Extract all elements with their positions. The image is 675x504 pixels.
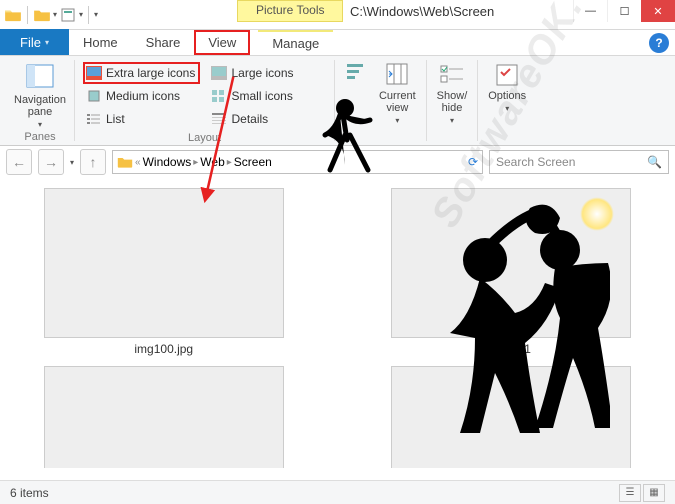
group-panes: Navigation pane ▾ Panes xyxy=(6,60,75,141)
list-icon xyxy=(86,112,102,126)
tab-home[interactable]: Home xyxy=(69,30,132,55)
columns-icon xyxy=(385,62,409,88)
history-dropdown-icon[interactable]: ▾ xyxy=(70,158,74,167)
file-item[interactable]: img101 xyxy=(368,188,656,356)
tab-file[interactable]: File xyxy=(0,29,69,55)
tab-share[interactable]: Share xyxy=(132,30,195,55)
status-bar: 6 items ☰ ▦ xyxy=(0,480,675,504)
thumbnail-icon xyxy=(44,188,284,338)
chevron-down-icon: ▾ xyxy=(38,120,42,129)
file-item[interactable] xyxy=(20,366,308,468)
breadcrumb-segment[interactable]: Screen xyxy=(234,155,272,169)
small-icons-icon xyxy=(211,89,227,103)
minimize-button[interactable]: — xyxy=(573,0,607,22)
group-label-panes: Panes xyxy=(12,131,68,145)
title-bar: ▾ ▾ ▾ Picture Tools C:\Windows\Web\Scree… xyxy=(0,0,675,30)
medium-icons-icon xyxy=(86,89,102,103)
chevron-down-icon[interactable]: ▾ xyxy=(53,10,57,19)
current-view-button[interactable]: Current view ▾ xyxy=(375,60,420,127)
window-title: C:\Windows\Web\Screen xyxy=(350,4,494,19)
tab-manage[interactable]: Manage xyxy=(258,30,333,55)
search-placeholder: Search Screen xyxy=(496,155,575,169)
sort-by-button[interactable] xyxy=(341,60,369,127)
thumbnail-icon xyxy=(44,366,284,468)
folder-icon[interactable] xyxy=(33,6,51,24)
refresh-icon[interactable]: ⟳ xyxy=(468,155,478,169)
details-icon xyxy=(211,112,227,126)
layout-label: Details xyxy=(231,112,268,126)
search-icon: 🔍 xyxy=(647,155,662,169)
back-button[interactable]: ← xyxy=(6,149,32,175)
chevron-right-icon[interactable]: ▸ xyxy=(227,157,232,168)
properties-icon[interactable] xyxy=(59,6,77,24)
ribbon: Navigation pane ▾ Panes Extra large icon… xyxy=(0,56,675,146)
tab-view[interactable]: View xyxy=(194,30,250,55)
navigation-pane-icon xyxy=(25,62,55,92)
navigation-pane-button[interactable]: Navigation pane ▾ xyxy=(12,60,68,131)
layout-label: Small icons xyxy=(231,89,292,103)
chevron-down-icon: ▾ xyxy=(450,116,454,125)
layout-label: List xyxy=(106,112,125,126)
chevron-down-icon: ▾ xyxy=(395,116,399,125)
folder-icon xyxy=(4,6,22,24)
folder-icon xyxy=(117,155,133,169)
group-options: Options ▾ xyxy=(478,60,536,141)
show-hide-button[interactable]: Show/ hide ▾ xyxy=(433,60,472,127)
breadcrumb-segment[interactable]: Windows xyxy=(143,155,192,169)
help-icon[interactable]: ? xyxy=(649,33,669,53)
layout-label: Medium icons xyxy=(106,89,180,103)
large-icons-icon xyxy=(211,66,227,80)
chevron-down-icon: ▾ xyxy=(505,104,509,113)
file-item[interactable]: img100.jpg xyxy=(20,188,308,356)
layout-list[interactable]: List xyxy=(83,108,201,130)
layout-small-icons[interactable]: Small icons xyxy=(208,85,326,107)
breadcrumb[interactable]: « Windows ▸ Web ▸ Screen ⟳ xyxy=(112,150,483,174)
item-count: 6 items xyxy=(10,486,49,500)
breadcrumb-segment[interactable]: Web xyxy=(200,155,224,169)
layout-details[interactable]: Details xyxy=(208,108,326,130)
extra-large-icons-icon xyxy=(86,66,102,80)
layout-label: Large icons xyxy=(231,66,293,80)
file-item[interactable] xyxy=(368,366,656,468)
chevron-right-icon[interactable]: ▸ xyxy=(193,157,198,168)
chevron-right-icon[interactable]: « xyxy=(135,157,141,168)
items-view[interactable]: img100.jpg img101 xyxy=(0,178,675,468)
qat-customize-icon[interactable]: ▾ xyxy=(94,10,98,19)
ribbon-tabs: File Home Share View Manage ? xyxy=(0,30,675,56)
forward-button[interactable]: → xyxy=(38,149,64,175)
thumbnail-icon xyxy=(391,366,631,468)
window-controls: — ☐ ✕ xyxy=(573,0,675,22)
navigation-pane-label: Navigation pane xyxy=(14,94,66,118)
up-button[interactable]: ↑ xyxy=(80,149,106,175)
address-bar-row: ← → ▾ ↑ « Windows ▸ Web ▸ Screen ⟳ Searc… xyxy=(0,146,675,178)
ribbon-label: Current view xyxy=(379,90,416,114)
layout-large-icons[interactable]: Large icons xyxy=(208,62,326,84)
ribbon-label: Show/ hide xyxy=(437,90,468,114)
group-show-hide: Show/ hide ▾ xyxy=(427,60,479,141)
file-name: img101 xyxy=(492,342,531,356)
layout-medium-icons[interactable]: Medium icons xyxy=(83,85,201,107)
ribbon-label: Options xyxy=(488,90,526,102)
quick-access-toolbar: ▾ ▾ ▾ xyxy=(0,6,102,24)
layout-label: Extra large icons xyxy=(106,66,195,80)
options-button[interactable]: Options ▾ xyxy=(484,60,530,115)
thumbnails-view-button[interactable]: ▦ xyxy=(643,484,665,502)
context-tab-picture-tools: Picture Tools xyxy=(237,0,343,22)
search-input[interactable]: Search Screen 🔍 xyxy=(489,150,669,174)
maximize-button[interactable]: ☐ xyxy=(607,0,641,22)
details-view-button[interactable]: ☰ xyxy=(619,484,641,502)
close-button[interactable]: ✕ xyxy=(641,0,675,22)
group-label-layout: Layout xyxy=(81,132,328,146)
chevron-down-icon[interactable]: ▾ xyxy=(79,10,83,19)
layout-extra-large-icons[interactable]: Extra large icons xyxy=(83,62,201,84)
file-name: img100.jpg xyxy=(134,342,193,356)
group-current-view: Current view ▾ xyxy=(335,60,427,141)
group-layout: Extra large icons Large icons Medium ico… xyxy=(75,60,335,141)
options-icon xyxy=(494,62,520,88)
sort-icon xyxy=(345,62,365,88)
thumbnail-icon xyxy=(391,188,631,338)
checkbox-list-icon xyxy=(439,62,465,88)
